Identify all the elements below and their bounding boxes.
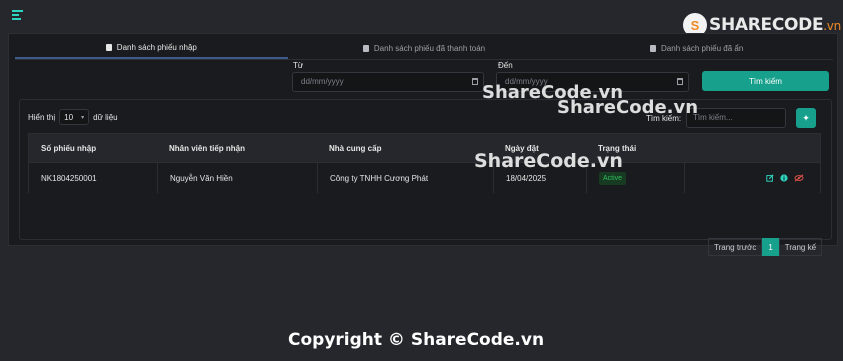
next-page-button[interactable]: Trang kế bbox=[778, 238, 823, 256]
status-badge: Active bbox=[599, 171, 627, 185]
chevron-updown-icon: ▾ bbox=[81, 114, 85, 121]
receipts-table: Số phiếu nhập Nhân viên tiếp nhận Nhà cu… bbox=[28, 133, 821, 193]
table-card: Hiển thị 10 ▾ dữ liệu Tìm kiếm: Tìm kiếm.… bbox=[19, 99, 832, 256]
calendar-icon[interactable] bbox=[472, 78, 478, 85]
page-length-select[interactable]: 10 ▾ bbox=[59, 109, 90, 125]
from-date-input[interactable]: dd/mm/yyyy bbox=[292, 72, 484, 92]
pin-icon[interactable]: ✦ bbox=[796, 108, 816, 128]
tab-hidden-list[interactable]: Danh sách phiếu đã ẩn bbox=[560, 37, 833, 59]
hamburger-menu-icon[interactable] bbox=[12, 10, 23, 20]
from-label: Từ bbox=[293, 61, 304, 70]
watermark: ShareCode.vn bbox=[557, 97, 699, 118]
col-supplier[interactable]: Nhà cung cấp bbox=[317, 134, 493, 162]
copyright-footer: Copyright © ShareCode.vn bbox=[288, 330, 545, 350]
cell-supplier: Công ty TNHH Cương Phát bbox=[317, 163, 493, 193]
logo-text: SHARECODE.vn bbox=[709, 15, 841, 35]
tab-paid-list[interactable]: Danh sách phiếu đã thanh toán bbox=[288, 37, 561, 59]
col-staff[interactable]: Nhân viên tiếp nhận bbox=[157, 134, 317, 162]
pagination: Trang trước 1 Trang kế bbox=[708, 238, 823, 256]
import-receipts-panel: Danh sách phiếu nhập Danh sách phiếu đã … bbox=[8, 33, 838, 256]
cell-staff: Nguyễn Văn Hiền bbox=[157, 163, 317, 193]
calendar-icon[interactable] bbox=[677, 78, 683, 85]
file-icon bbox=[105, 43, 112, 51]
row-actions bbox=[766, 174, 804, 182]
page-length-control: Hiển thị 10 ▾ dữ liệu bbox=[28, 109, 118, 125]
hide-eye-icon[interactable] bbox=[794, 174, 804, 182]
to-label: Đến bbox=[498, 61, 513, 70]
document-icon bbox=[362, 44, 369, 52]
page-1-button[interactable]: 1 bbox=[762, 238, 779, 256]
table-row: NK1804250001 Nguyễn Văn Hiền Công ty TNH… bbox=[29, 162, 820, 193]
trash-icon bbox=[650, 44, 657, 52]
watermark: ShareCode.vn bbox=[474, 150, 623, 172]
cell-receipt-no: NK1804250001 bbox=[41, 173, 97, 183]
table-search-input[interactable]: Tìm kiếm... bbox=[686, 108, 786, 128]
tab-bar: Danh sách phiếu nhập Danh sách phiếu đã … bbox=[15, 37, 833, 60]
edit-icon[interactable] bbox=[766, 174, 774, 182]
prev-page-button[interactable]: Trang trước bbox=[708, 238, 763, 256]
info-icon[interactable] bbox=[780, 174, 788, 182]
col-receipt-no[interactable]: Số phiếu nhập bbox=[29, 134, 157, 162]
search-button[interactable]: Tìm kiếm bbox=[702, 71, 829, 91]
tab-import-list[interactable]: Danh sách phiếu nhập bbox=[15, 37, 288, 59]
cell-actions bbox=[684, 163, 820, 193]
table-header: Số phiếu nhập Nhân viên tiếp nhận Nhà cu… bbox=[29, 134, 820, 162]
